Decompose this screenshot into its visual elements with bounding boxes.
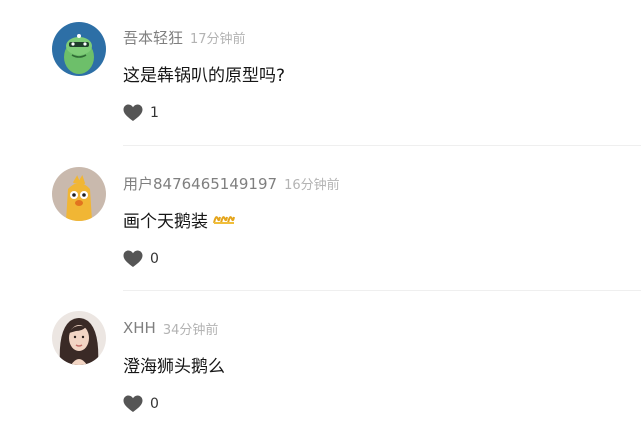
avatar-green-dino[interactable]: [52, 22, 106, 76]
avatar-woman-portrait[interactable]: [52, 311, 106, 365]
comment-text: 澄海狮头鹅么: [123, 352, 225, 377]
timestamp: 34分钟前: [162, 322, 219, 338]
timestamp: 16分钟前: [284, 177, 340, 193]
comment-text: 这是犇锅叭的原型吗?: [123, 61, 285, 86]
like-count: 0: [150, 251, 159, 267]
like-count: 1: [150, 105, 159, 121]
like-count: 0: [150, 396, 159, 412]
comment-meta: 吾本轻狂 17分钟前: [123, 27, 246, 47]
heart-icon: [123, 395, 143, 412]
comment-text-content: 澄海狮头鹅么: [123, 357, 225, 377]
like-button[interactable]: 0: [123, 394, 159, 414]
comment-text: 画个天鹅装: [123, 207, 235, 232]
divider: [123, 290, 641, 291]
username[interactable]: XHH: [123, 319, 156, 337]
heart-icon: [123, 104, 143, 121]
green-dino-avatar-icon: [52, 22, 106, 76]
yellow-chick-avatar-icon: [52, 167, 106, 221]
username[interactable]: 吾本轻狂: [123, 27, 183, 48]
like-button[interactable]: 0: [123, 249, 159, 269]
comment-text-content: 这是犇锅叭的原型吗?: [123, 66, 286, 86]
avatar-yellow-chick[interactable]: [52, 167, 106, 221]
comment-meta: 用户8476465149197 16分钟前: [123, 173, 340, 193]
comment-meta: XHH 34分钟前: [123, 318, 218, 338]
divider: [123, 145, 641, 146]
username[interactable]: 用户8476465149197: [123, 173, 277, 194]
timestamp: 17分钟前: [190, 31, 246, 47]
comment-text-content: 画个天鹅装: [123, 212, 208, 232]
woman-portrait-avatar-icon: [52, 311, 106, 365]
heart-icon: [123, 250, 143, 267]
wave-emoji-icon: [213, 210, 235, 230]
like-button[interactable]: 1: [123, 103, 159, 123]
